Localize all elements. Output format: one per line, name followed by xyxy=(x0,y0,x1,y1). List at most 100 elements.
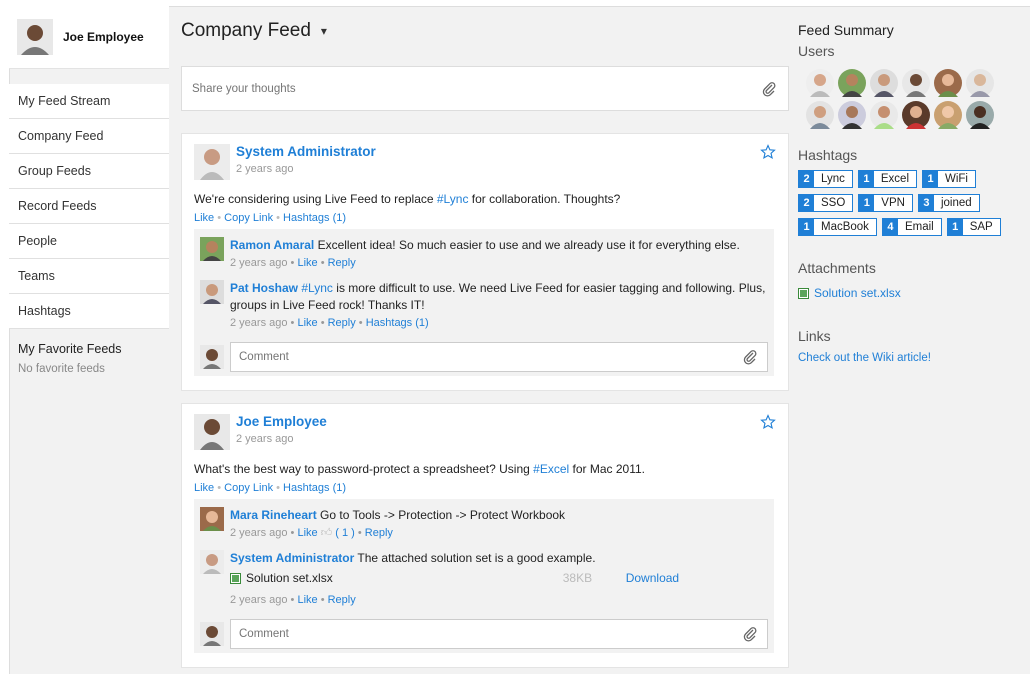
comment-input[interactable] xyxy=(239,628,741,640)
sidebar-item-people[interactable]: People xyxy=(9,224,169,258)
hashtag-label: Excel xyxy=(880,173,909,185)
hashtag-chip[interactable]: 1 SAP xyxy=(946,218,1001,236)
hashtag-link[interactable]: #Lync xyxy=(437,192,469,206)
download-link[interactable]: Download xyxy=(626,570,679,587)
comment-author[interactable]: Pat Hoshaw xyxy=(230,281,298,295)
like-link[interactable]: Like xyxy=(297,594,317,606)
copy-link[interactable]: Copy Link xyxy=(224,482,273,494)
hashtag-chip[interactable]: 4 Email xyxy=(881,218,942,236)
user-avatar[interactable] xyxy=(966,69,994,97)
post-time: 2 years ago xyxy=(236,163,294,175)
post-actions: Like • Copy Link • Hashtags (1) xyxy=(194,212,347,224)
user-avatar[interactable] xyxy=(934,69,962,97)
hashtag-label: VPN xyxy=(881,197,905,209)
hashtag-link[interactable]: #Excel xyxy=(533,462,569,476)
comment-input[interactable] xyxy=(239,351,741,363)
sidebar-item-hashtags[interactable]: Hashtags xyxy=(9,294,169,328)
user-avatar[interactable] xyxy=(902,69,930,97)
reply-link[interactable]: Reply xyxy=(328,257,356,269)
sidebar: Joe Employee My Feed Stream Company Feed… xyxy=(9,6,169,375)
post-author[interactable]: System Administrator xyxy=(236,144,376,159)
comment-text: Go to Tools -> Protection -> Protect Wor… xyxy=(316,508,566,522)
user-name: Joe Employee xyxy=(63,30,144,44)
comment: System Administrator The attached soluti… xyxy=(200,546,768,613)
comment-text: The attached solution set is a good exam… xyxy=(354,551,596,565)
hashtag-chip[interactable]: 2 Lync xyxy=(798,170,853,188)
chevron-down-icon[interactable]: ▾ xyxy=(321,24,327,38)
like-link[interactable]: Like xyxy=(297,527,317,539)
star-icon[interactable] xyxy=(760,144,776,163)
paperclip-icon[interactable] xyxy=(760,80,778,98)
sidebar-item-record-feeds[interactable]: Record Feeds xyxy=(9,189,169,223)
comment-time: 2 years ago xyxy=(230,257,288,269)
author-avatar[interactable] xyxy=(194,414,230,450)
post-header: System Administrator 2 years ago xyxy=(194,144,774,180)
user-avatar[interactable] xyxy=(966,101,994,129)
like-link[interactable]: Like xyxy=(297,317,317,329)
user-avatar[interactable] xyxy=(870,69,898,97)
like-link[interactable]: Like xyxy=(194,482,214,494)
copy-link[interactable]: Copy Link xyxy=(224,212,273,224)
commenter-avatar[interactable] xyxy=(200,507,224,531)
post-author[interactable]: Joe Employee xyxy=(236,414,327,429)
share-input[interactable] xyxy=(192,82,760,95)
user-avatar[interactable] xyxy=(806,101,834,129)
paperclip-icon[interactable] xyxy=(741,625,759,643)
hashtag-count: 1 xyxy=(859,195,875,211)
comment-list: Ramon Amaral Excellent idea! So much eas… xyxy=(194,229,774,376)
wiki-link[interactable]: Check out the Wiki article! xyxy=(798,352,1028,364)
profile-card[interactable]: Joe Employee xyxy=(9,6,169,69)
user-avatar[interactable] xyxy=(902,101,930,129)
sidebar-item-my-feed-stream[interactable]: My Feed Stream xyxy=(9,84,169,118)
comment-author[interactable]: Mara Rineheart xyxy=(230,508,317,522)
hashtag-count: 1 xyxy=(799,219,814,235)
hashtag-label: SSO xyxy=(821,197,846,209)
user-avatar[interactable] xyxy=(838,101,866,129)
post-text: What's the best way to password-protect … xyxy=(194,462,534,476)
reply-link[interactable]: Reply xyxy=(328,317,356,329)
feed-post: Joe Employee 2 years ago What's the best… xyxy=(181,403,789,668)
reply-link[interactable]: Reply xyxy=(365,527,393,539)
hashtag-chip[interactable]: 1 VPN xyxy=(858,194,913,212)
attachment-item[interactable]: Solution set.xlsx xyxy=(798,286,1028,300)
hashtag-link[interactable]: #Lync xyxy=(301,281,333,295)
hashtag-chip[interactable]: 1 Excel xyxy=(857,170,917,188)
user-avatar[interactable] xyxy=(870,101,898,129)
like-link[interactable]: Like xyxy=(297,257,317,269)
comment-field xyxy=(230,619,768,649)
commenter-avatar[interactable] xyxy=(200,550,224,574)
share-box xyxy=(181,66,789,111)
thumbs-up-icon[interactable]: 👍︎ xyxy=(321,527,333,539)
hashtag-count: 1 xyxy=(947,219,963,235)
my-avatar xyxy=(200,622,224,646)
reply-link[interactable]: Reply xyxy=(328,594,356,606)
feed-post: System Administrator 2 years ago We're c… xyxy=(181,133,789,391)
hashtag-chip[interactable]: 2 SSO xyxy=(798,194,854,212)
comment-author[interactable]: Ramon Amaral xyxy=(230,238,314,252)
hashtag-chip[interactable]: 1 WiFi xyxy=(922,170,976,188)
attachment-name[interactable]: Solution set.xlsx xyxy=(246,570,333,587)
like-count[interactable]: ( 1 ) xyxy=(335,527,355,539)
commenter-avatar[interactable] xyxy=(200,280,224,304)
sidebar-item-group-feeds[interactable]: Group Feeds xyxy=(9,154,169,188)
hashtag-count: 2 xyxy=(799,195,814,211)
commenter-avatar[interactable] xyxy=(200,237,224,261)
sidebar-item-company-feed[interactable]: Company Feed xyxy=(9,119,169,153)
hashtags-link[interactable]: Hashtags (1) xyxy=(283,482,346,494)
user-avatar[interactable] xyxy=(934,101,962,129)
attachment-link[interactable]: Solution set.xlsx xyxy=(814,286,901,300)
hashtags-link[interactable]: Hashtags (1) xyxy=(283,212,346,224)
star-icon[interactable] xyxy=(760,414,776,433)
hashtag-chip[interactable]: 1 MacBook xyxy=(798,218,877,236)
hashtag-count: 3 xyxy=(918,195,934,211)
author-avatar[interactable] xyxy=(194,144,230,180)
feed-selector[interactable]: Company Feed ▾ xyxy=(181,6,789,56)
hashtags-link[interactable]: Hashtags (1) xyxy=(366,317,429,329)
hashtag-chip[interactable]: 3 joined xyxy=(917,194,980,212)
sidebar-item-teams[interactable]: Teams xyxy=(9,259,169,293)
like-link[interactable]: Like xyxy=(194,212,214,224)
comment-author[interactable]: System Administrator xyxy=(230,551,354,565)
user-avatar[interactable] xyxy=(838,69,866,97)
paperclip-icon[interactable] xyxy=(741,348,759,366)
user-avatar[interactable] xyxy=(806,69,834,97)
